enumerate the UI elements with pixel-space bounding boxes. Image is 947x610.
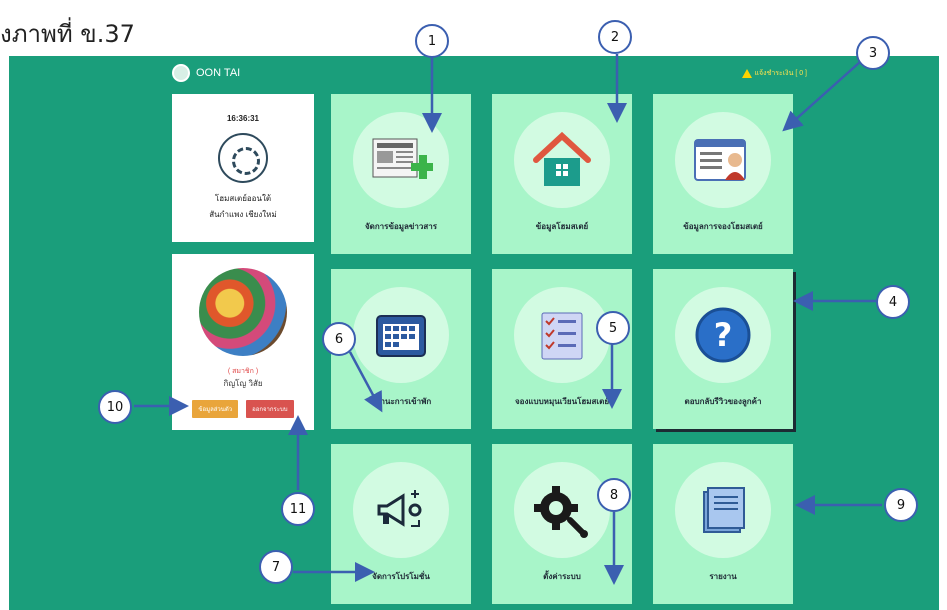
tile-label: สถานะการเข้าพัก xyxy=(370,397,432,406)
brand-name: OON TAI xyxy=(196,67,241,79)
tile-label: ข้อมูลโฮมสเตย์ xyxy=(535,222,589,231)
callout-5: 5 xyxy=(596,311,630,345)
user-name: กิญโญ วิสัย xyxy=(223,379,263,388)
edit-profile-button[interactable]: ข้อมูลส่วนตัว xyxy=(192,400,239,418)
tile-label: ข้อมูลการจองโฮมสเตย์ xyxy=(683,222,763,231)
tile-label: จัดการโปรโมชั่น xyxy=(372,572,430,581)
tile-label: จัดการข้อมูลข่าวสาร xyxy=(364,222,438,231)
callout-9: 9 xyxy=(884,488,918,522)
tile-label: จองแบบหมุนเวียนโฮมสเตย์ xyxy=(514,397,610,406)
brand-logo-icon xyxy=(172,64,190,82)
tile-label: ตอบกลับรีวิวของลูกค้า xyxy=(684,397,762,406)
logout-button[interactable]: ออกจากระบบ xyxy=(246,400,294,418)
gear-wrench-icon xyxy=(514,462,610,558)
callout-8: 8 xyxy=(597,478,631,512)
tile-rotation-booking[interactable]: จองแบบหมุนเวียนโฮมสเตย์ xyxy=(492,269,632,429)
tile-settings[interactable]: ตั้งค่าระบบ xyxy=(492,444,632,604)
app-window: OON TAI แจ้งชำระเงิน [ 0 ] 16:36:31 โฮมส… xyxy=(9,56,939,610)
callout-11: 11 xyxy=(281,492,315,526)
tile-news[interactable]: จัดการข้อมูลข่าวสาร xyxy=(331,94,471,254)
payment-notification[interactable]: แจ้งชำระเงิน [ 0 ] xyxy=(741,68,807,79)
profile-card: ( สมาชิก ) กิญโญ วิสัย ข้อมูลส่วนตัว ออก… xyxy=(172,254,314,430)
callout-3: 3 xyxy=(856,36,890,70)
booking-profile-icon xyxy=(675,112,771,208)
tile-label: ตั้งค่าระบบ xyxy=(543,572,581,581)
warning-icon xyxy=(741,69,752,78)
tile-label: รายงาน xyxy=(709,572,737,581)
checklist-icon xyxy=(514,287,610,383)
report-book-icon xyxy=(675,462,771,558)
question-icon: ? xyxy=(675,287,771,383)
svg-text:?: ? xyxy=(714,316,733,354)
tile-homestay-info[interactable]: ข้อมูลโฮมสเตย์ xyxy=(492,94,632,254)
clock-card: 16:36:31 โฮมสเตย์ออนใต้ สันกำแพง เชียงให… xyxy=(172,94,314,242)
page: ังภาพที่ ข.37 OON TAI แจ้งชำระเงิน [ 0 ]… xyxy=(0,0,947,610)
newspaper-icon xyxy=(353,112,449,208)
homestay-logo-icon xyxy=(218,133,268,183)
user-role: ( สมาชิก ) xyxy=(227,368,259,375)
house-icon xyxy=(514,112,610,208)
callout-2: 2 xyxy=(598,20,632,54)
homestay-name-line2: สันกำแพง เชียงใหม่ xyxy=(209,210,277,219)
brand[interactable]: OON TAI xyxy=(172,64,240,82)
megaphone-icon xyxy=(353,462,449,558)
avatar xyxy=(199,268,287,356)
calendar-icon xyxy=(353,287,449,383)
callout-7: 7 xyxy=(259,550,293,584)
callout-1: 1 xyxy=(415,24,449,58)
callout-6: 6 xyxy=(322,322,356,356)
tile-booking-info[interactable]: ข้อมูลการจองโฮมสเตย์ xyxy=(653,94,793,254)
tile-report[interactable]: รายงาน xyxy=(653,444,793,604)
homestay-name-line1: โฮมสเตย์ออนใต้ xyxy=(214,194,272,203)
payment-notification-label: แจ้งชำระเงิน [ 0 ] xyxy=(754,70,807,77)
clock-time: 16:36:31 xyxy=(226,114,260,123)
callout-4: 4 xyxy=(876,285,910,319)
callout-10: 10 xyxy=(98,390,132,424)
tile-promotion[interactable]: จัดการโปรโมชั่น xyxy=(331,444,471,604)
figure-caption: ังภาพที่ ข.37 xyxy=(0,20,135,48)
tile-review-reply[interactable]: ? ตอบกลับรีวิวของลูกค้า xyxy=(653,269,793,429)
